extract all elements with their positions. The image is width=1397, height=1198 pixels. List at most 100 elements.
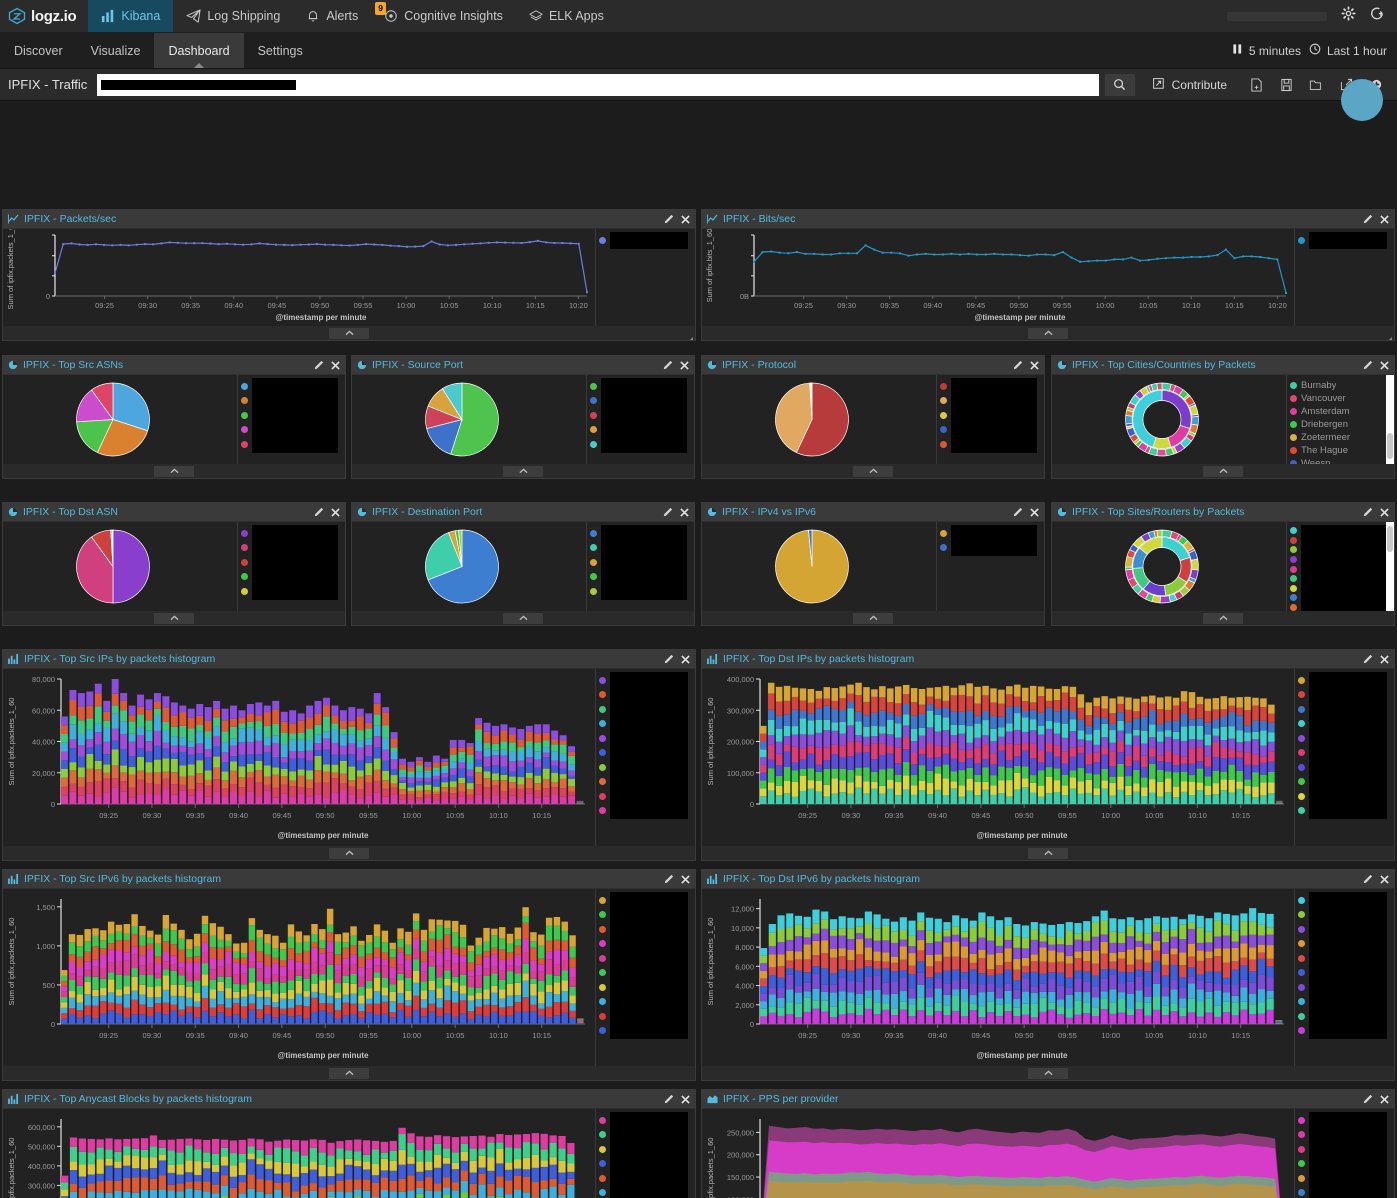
legend-toggle-icon[interactable] [595, 235, 596, 257]
legend-item[interactable]: The Hague [1290, 445, 1394, 456]
close-panel-icon[interactable] [1380, 875, 1389, 884]
edit-panel-icon[interactable] [664, 214, 674, 224]
edit-panel-icon[interactable] [664, 654, 674, 664]
edit-panel-icon[interactable] [1363, 507, 1373, 517]
edit-panel-icon[interactable] [1013, 507, 1023, 517]
legend-toggle-icon[interactable] [237, 381, 238, 403]
logout-icon[interactable] [1370, 6, 1385, 26]
legend-item[interactable]: Zoetermeer [1290, 432, 1394, 443]
logzio-logo[interactable]: logz.io [0, 0, 88, 32]
open-dashboard-icon[interactable] [1301, 74, 1331, 96]
subnav-item-visualize[interactable]: Visualize [77, 33, 155, 68]
close-panel-icon[interactable] [1030, 508, 1039, 517]
collapse-panel-button[interactable] [1203, 613, 1243, 624]
floating-help-button[interactable] [1341, 79, 1383, 121]
close-panel-icon[interactable] [1380, 655, 1389, 664]
new-dashboard-icon[interactable] [1241, 74, 1271, 96]
pause-icon[interactable] [1232, 43, 1243, 58]
visualization-destination-port[interactable] [352, 522, 586, 611]
visualization-top-anycast-hist[interactable]: 0100,000200,000300,000400,000500,000600,… [3, 1109, 595, 1198]
close-panel-icon[interactable] [681, 655, 690, 664]
visualization-top-cities[interactable] [1052, 375, 1286, 464]
collapse-panel-button[interactable] [329, 328, 369, 339]
close-panel-icon[interactable] [680, 361, 689, 370]
legend-toggle-icon[interactable] [1294, 675, 1295, 697]
edit-panel-icon[interactable] [314, 507, 324, 517]
visualization-top-sites-routers[interactable] [1052, 522, 1286, 611]
legend-toggle-icon[interactable] [1294, 235, 1295, 257]
legend-toggle-icon[interactable] [936, 381, 937, 403]
close-panel-icon[interactable] [1380, 508, 1389, 517]
panel-resize-handle[interactable] [1385, 331, 1393, 339]
nav-item-elk-apps[interactable]: ELK Apps [516, 0, 617, 32]
visualization-top-dst-ips-hist[interactable]: 0 100,000 200,000 300,000 400,000 09:25 09:30 0… [702, 669, 1294, 846]
collapse-panel-button[interactable] [154, 466, 194, 477]
legend-toggle-icon[interactable] [595, 1115, 596, 1137]
close-panel-icon[interactable] [681, 875, 690, 884]
legend-toggle-icon[interactable] [1294, 1115, 1295, 1137]
time-range-control[interactable]: Last 1 hour [1309, 43, 1387, 58]
close-panel-icon[interactable] [1380, 1095, 1389, 1104]
visualization-top-dst-asn[interactable] [3, 522, 237, 611]
contribute-button[interactable]: Contribute [1141, 76, 1241, 93]
visualization-packets-sec[interactable]: 0 09:25 09:30 09:35 09:40 09:45 09:50 09:55 10:0… [3, 229, 595, 326]
legend-item[interactable]: Vancouver [1290, 393, 1394, 404]
legend-toggle-icon[interactable] [586, 528, 587, 550]
collapse-panel-button[interactable] [853, 613, 893, 624]
visualization-pps-per-provider[interactable]: 050,000100,000150,000200,000250,00009:25… [702, 1109, 1294, 1198]
collapse-panel-button[interactable] [1028, 328, 1068, 339]
close-panel-icon[interactable] [680, 508, 689, 517]
close-panel-icon[interactable] [681, 1095, 690, 1104]
save-dashboard-icon[interactable] [1271, 74, 1301, 96]
legend-toggle-icon[interactable] [1294, 895, 1295, 917]
legend-toggle-icon[interactable] [936, 528, 937, 550]
visualization-ipv4-vs-ipv6[interactable] [702, 522, 936, 611]
collapse-panel-button[interactable] [1028, 848, 1068, 859]
collapse-panel-button[interactable] [154, 613, 194, 624]
subnav-item-discover[interactable]: Discover [0, 33, 77, 68]
close-panel-icon[interactable] [331, 508, 340, 517]
legend-toggle-icon[interactable] [237, 528, 238, 550]
subnav-item-dashboard[interactable]: Dashboard [154, 33, 243, 68]
legend-scrollbar-thumb[interactable] [1387, 526, 1393, 552]
subnav-item-settings[interactable]: Settings [244, 33, 317, 68]
legend-toggle-icon[interactable] [595, 675, 596, 697]
visualization-source-port[interactable] [352, 375, 586, 464]
search-input[interactable] [97, 74, 1098, 96]
nav-item-cognitive-insights[interactable]: 9 Cognitive Insights [371, 0, 516, 32]
close-panel-icon[interactable] [1380, 215, 1389, 224]
edit-panel-icon[interactable] [1363, 874, 1373, 884]
refresh-interval-control[interactable]: 5 minutes [1232, 43, 1301, 58]
visualization-bits-sec[interactable]: 0B 09:25 09:30 09:35 09:40 09:45 09:50 09:55 10:… [702, 229, 1294, 326]
legend-item[interactable]: Driebergen [1290, 419, 1394, 430]
edit-panel-icon[interactable] [663, 507, 673, 517]
visualization-top-src-asns[interactable] [3, 375, 237, 464]
edit-panel-icon[interactable] [1363, 654, 1373, 664]
close-panel-icon[interactable] [1380, 361, 1389, 370]
legend-toggle-icon[interactable] [1286, 381, 1287, 403]
edit-panel-icon[interactable] [1363, 1094, 1373, 1104]
edit-panel-icon[interactable] [1013, 360, 1023, 370]
edit-panel-icon[interactable] [663, 360, 673, 370]
edit-panel-icon[interactable] [314, 360, 324, 370]
legend-item[interactable]: Amsterdam [1290, 406, 1394, 417]
collapse-panel-button[interactable] [329, 1068, 369, 1079]
legend-scrollbar[interactable] [1386, 522, 1394, 611]
visualization-top-src-ips-hist[interactable]: 0 20,000 40,000 60,000 80,000 09:25 09:30 09:35… [3, 669, 595, 846]
edit-panel-icon[interactable] [664, 874, 674, 884]
edit-panel-icon[interactable] [1363, 214, 1373, 224]
legend-toggle-icon[interactable] [595, 895, 596, 917]
nav-item-log-shipping[interactable]: Log Shipping [173, 0, 293, 32]
legend-toggle-icon[interactable] [586, 381, 587, 403]
collapse-panel-button[interactable] [503, 466, 543, 477]
visualization-protocol[interactable] [702, 375, 936, 464]
legend-scrollbar[interactable] [1386, 375, 1394, 464]
edit-panel-icon[interactable] [664, 1094, 674, 1104]
legend-scrollbar-thumb[interactable] [1387, 433, 1393, 459]
collapse-panel-button[interactable] [1028, 1068, 1068, 1079]
collapse-panel-button[interactable] [329, 848, 369, 859]
collapse-panel-button[interactable] [1203, 466, 1243, 477]
legend-item[interactable]: Weesp [1290, 458, 1394, 464]
edit-panel-icon[interactable] [1363, 360, 1373, 370]
gear-icon[interactable] [1341, 6, 1356, 26]
